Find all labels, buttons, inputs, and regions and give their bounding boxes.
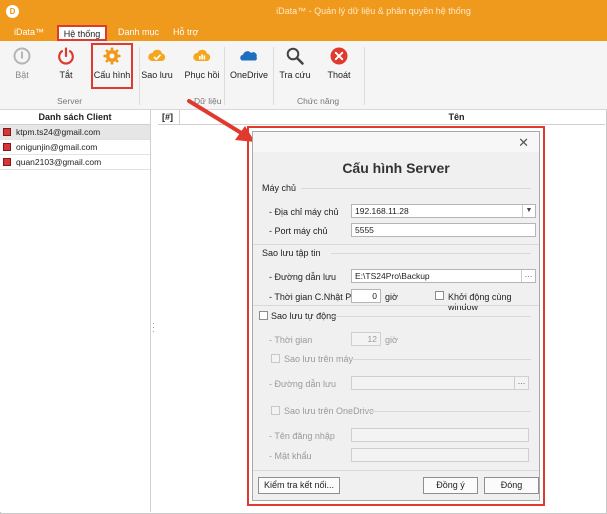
host-value: 192.168.11.28 [355,206,409,216]
thoat-label: Thoát [327,70,351,80]
update-time-label: - Thời gian C.Nhật P.M [269,292,361,302]
search-icon [286,47,304,65]
backup-on-onedrive-checkbox[interactable] [271,406,280,415]
close-icon[interactable]: ✕ [518,135,529,151]
section-server: Máy chủ [262,183,297,193]
backup-path-value: E:\TS24Pro\Backup [355,271,430,281]
client-list-header: Danh sách Client [0,110,150,125]
client-status-icon [3,143,11,151]
grid-col-hash[interactable]: [#] [162,110,173,124]
client-row[interactable]: onigunjin@gmail.com [0,140,150,155]
startup-label: Khởi động cùng window [448,292,512,312]
onedrive-button[interactable]: OneDrive [229,44,269,90]
browse-icon[interactable]: … [514,377,528,389]
tat-label: Tắt [59,70,73,80]
onedrive-icon [240,51,257,61]
backup-path-label: - Đường dẫn lưu [269,272,336,282]
test-connection-button[interactable]: Kiểm tra kết nối... [258,477,340,494]
username-input[interactable] [351,428,529,442]
update-time-value: 0 [372,291,377,301]
client-email: ktpm.ts24@gmail.com [16,127,101,137]
sao-luu-label: Sao lưu [141,70,173,80]
port-value: 5555 [355,225,374,235]
backup-on-onedrive-label: Sao lưu trên OneDrive [284,406,375,416]
section-divider [253,470,539,471]
host-select[interactable]: 192.168.11.28 ▼ [351,204,536,218]
username-label: - Tên đăng nhập [269,431,335,441]
startup-checkbox[interactable] [435,291,444,300]
auto-time-value: 12 [367,334,377,344]
port-label: - Port máy chủ [269,226,328,236]
client-email: quan2103@gmail.com [16,157,102,167]
auto-time-label: - Thời gian [269,335,313,345]
client-list-panel: Danh sách Client ktpm.ts24@gmail.com oni… [0,110,151,512]
client-row[interactable]: ktpm.ts24@gmail.com [0,125,150,140]
ribbon-separator [139,47,140,105]
tra-cuu-button[interactable]: Tra cứu [278,44,312,90]
host-label: - Địa chỉ máy chủ [269,207,339,217]
power-on-icon [13,47,31,65]
client-status-icon [3,128,11,136]
menu-he-thong[interactable]: Hệ thống [57,25,107,41]
browse-icon[interactable]: … [521,270,535,282]
bat-label: Bật [15,70,29,80]
auto-path-input[interactable]: … [351,376,529,390]
ribbon-separator [273,47,274,105]
backup-on-machine-label: Sao lưu trên máy [284,354,354,364]
ok-button[interactable]: Đồng ý [423,477,478,494]
section-divider [351,359,531,360]
section-divider [253,244,539,245]
grid-col-divider [179,110,180,124]
client-email: onigunjin@gmail.com [16,142,98,152]
close-button[interactable]: Đóng [484,477,539,494]
group-label-server: Server [57,96,83,106]
server-config-dialog: ✕ Cấu hình Server Máy chủ - Địa chỉ máy … [252,131,540,501]
cloud-download-icon [193,49,211,61]
update-time-unit: giờ [385,292,398,302]
section-divider [331,253,531,254]
section-file-backup: Sao lưu tập tin [262,248,321,258]
menu-danh-muc[interactable]: Danh mục [118,26,159,39]
tra-cuu-label: Tra cứu [279,70,311,80]
menu-bar: iData™ Hệ thống Danh mục Hỗ trợ [0,24,607,41]
power-off-icon [58,47,74,65]
auto-backup-label: Sao lưu tự động [271,311,337,321]
ribbon-separator [364,47,365,105]
sao-luu-button[interactable]: Sao lưu [141,44,173,90]
bat-button[interactable]: Bật [8,44,36,90]
client-status-icon [3,158,11,166]
chevron-down-icon[interactable]: ▼ [522,205,535,217]
title-bar: D iData™ - Quản lý dữ liệu & phân quyền … [0,0,607,24]
backup-on-machine-checkbox[interactable] [271,354,280,363]
password-input[interactable] [351,448,529,462]
phuc-hoi-button[interactable]: Phục hồi [184,44,220,90]
backup-path-input[interactable]: E:\TS24Pro\Backup … [351,269,536,283]
dialog-title-bar [253,132,539,152]
auto-path-label: - Đường dẫn lưu [269,379,336,389]
section-divider [365,411,531,412]
update-time-input[interactable]: 0 [351,289,381,303]
port-input[interactable]: 5555 [351,223,536,237]
splitter-handle[interactable]: · · · [152,320,155,336]
window-title: iData™ - Quản lý dữ liệu & phân quyền hệ… [276,6,471,16]
section-divider [301,188,531,189]
auto-time-input[interactable]: 12 [351,332,381,346]
auto-backup-checkbox[interactable] [259,311,268,320]
exit-icon [330,47,348,65]
cau-hinh-highlight [91,43,133,89]
thoat-button[interactable]: Thoát [324,44,354,90]
section-divider [253,305,539,306]
phuc-hoi-label: Phục hồi [184,70,220,80]
onedrive-label: OneDrive [229,70,268,80]
tat-button[interactable]: Tắt [52,44,80,90]
password-label: - Mật khẩu [269,451,312,461]
auto-time-unit: giờ [385,335,398,345]
menu-app[interactable]: iData™ [14,26,44,39]
client-row[interactable]: quan2103@gmail.com [0,155,150,170]
menu-ho-tro[interactable]: Hỗ trợ [173,26,198,39]
section-divider [331,316,531,317]
group-label-chuc-nang: Chức năng [297,96,340,106]
dialog-title: Cấu hình Server [342,160,450,176]
cloud-upload-icon [148,49,166,61]
